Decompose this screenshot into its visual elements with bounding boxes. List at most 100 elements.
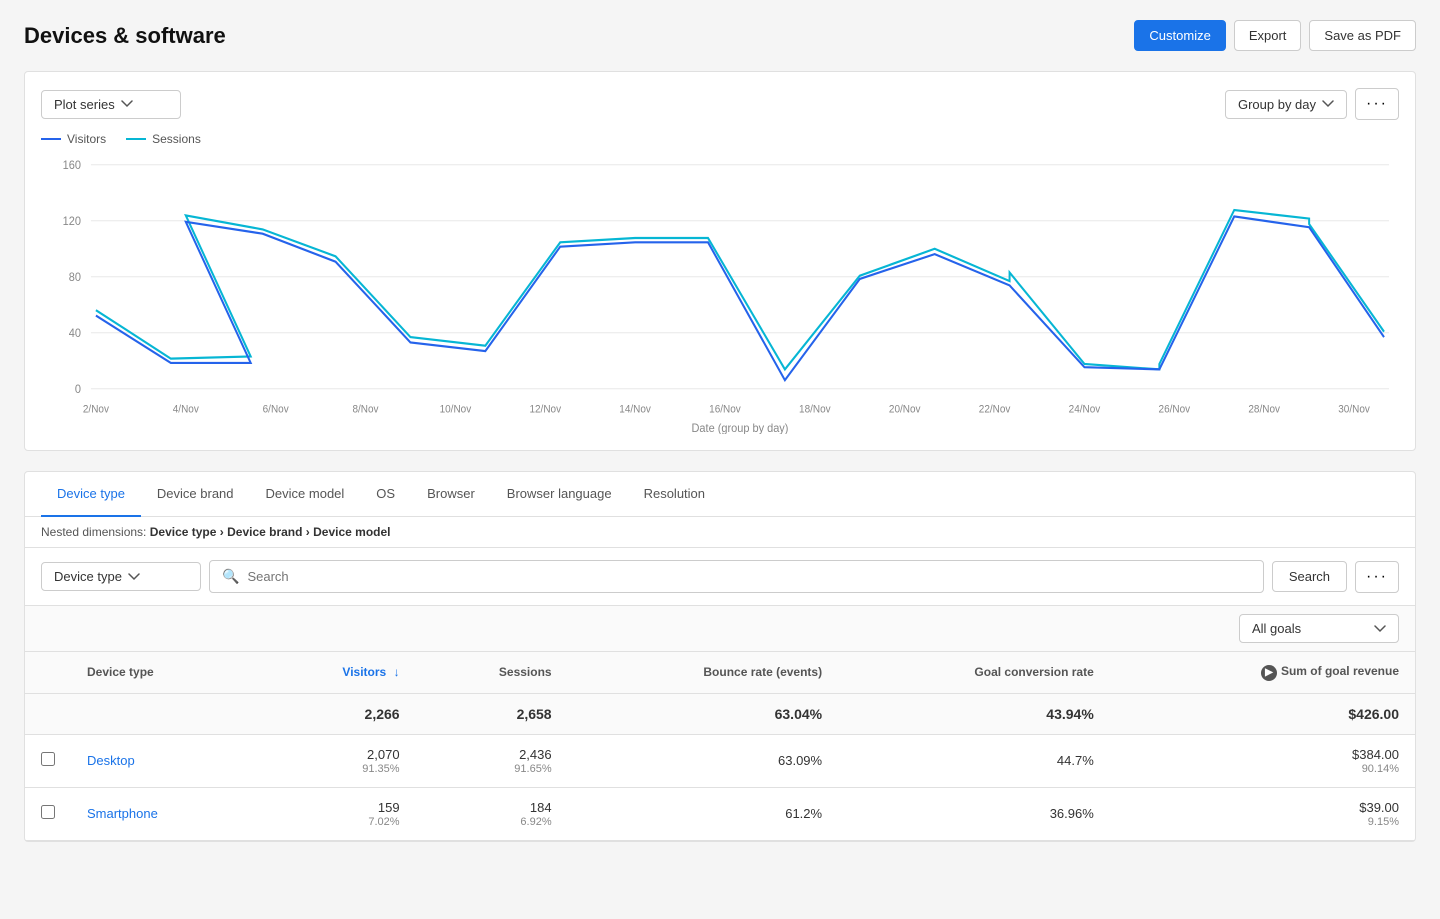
legend-visitors-label: Visitors <box>67 132 106 146</box>
tab-os[interactable]: OS <box>360 472 411 517</box>
group-by-button[interactable]: Group by day <box>1225 90 1347 119</box>
search-input[interactable] <box>247 569 1250 584</box>
total-goal-revenue: $426.00 <box>1110 693 1415 734</box>
total-visitors: 2,266 <box>256 693 416 734</box>
row-revenue-smartphone: $39.00 9.15% <box>1110 787 1415 840</box>
more-options-button[interactable]: ··· <box>1355 88 1399 120</box>
total-bounce-rate: 63.04% <box>568 693 838 734</box>
svg-text:2/Nov: 2/Nov <box>83 404 110 415</box>
goals-select[interactable]: All goals <box>1239 614 1399 643</box>
tab-device-type[interactable]: Device type <box>41 472 141 517</box>
group-by-label: Group by day <box>1238 97 1316 112</box>
svg-text:12/Nov: 12/Nov <box>529 404 561 415</box>
tab-browser-language[interactable]: Browser language <box>491 472 628 517</box>
svg-text:28/Nov: 28/Nov <box>1248 404 1280 415</box>
chevron-down-icon <box>1374 625 1386 633</box>
row-sessions-smartphone: 184 6.92% <box>416 787 568 840</box>
tab-device-brand[interactable]: Device brand <box>141 472 250 517</box>
table-controls: Device type 🔍 Search ··· <box>25 548 1415 606</box>
data-table: Device type Visitors ↓ Sessions Bounce r… <box>25 652 1415 841</box>
svg-text:14/Nov: 14/Nov <box>619 404 651 415</box>
svg-text:160: 160 <box>63 160 81 172</box>
checkbox-desktop[interactable] <box>41 752 55 766</box>
data-table-wrapper: Device type Visitors ↓ Sessions Bounce r… <box>25 652 1415 841</box>
chevron-down-icon <box>1322 100 1334 108</box>
svg-text:80: 80 <box>69 272 81 284</box>
th-visitors[interactable]: Visitors ↓ <box>256 652 416 693</box>
row-sessions-desktop: 2,436 91.65% <box>416 734 568 787</box>
checkbox-smartphone[interactable] <box>41 805 55 819</box>
svg-text:6/Nov: 6/Nov <box>263 404 290 415</box>
tab-browser[interactable]: Browser <box>411 472 491 517</box>
table-row: Desktop 2,070 91.35% 2,436 91.65% 63.09%… <box>25 734 1415 787</box>
total-checkbox-cell <box>25 693 71 734</box>
tabs-section: Device type Device brand Device model OS… <box>24 471 1416 842</box>
row-goal-conv-desktop: 44.7% <box>838 734 1110 787</box>
customize-button[interactable]: Customize <box>1134 20 1225 51</box>
svg-text:0: 0 <box>75 384 81 396</box>
svg-text:10/Nov: 10/Nov <box>440 404 472 415</box>
svg-text:40: 40 <box>69 328 81 340</box>
row-visitors-smartphone: 159 7.02% <box>256 787 416 840</box>
chart-svg: 160 120 80 40 0 2/Nov 4/Nov 6/Nov 8/Nov … <box>41 154 1399 434</box>
table-more-options-button[interactable]: ··· <box>1355 561 1399 593</box>
dimension-type-select[interactable]: Device type <box>41 562 201 591</box>
row-goal-conv-smartphone: 36.96% <box>838 787 1110 840</box>
chevron-down-icon <box>128 573 140 581</box>
chart-right-controls: Group by day ··· <box>1225 88 1399 120</box>
header-actions: Customize Export Save as PDF <box>1134 20 1416 51</box>
row-device-type-desktop: Desktop <box>71 734 256 787</box>
th-sessions: Sessions <box>416 652 568 693</box>
info-icon: ▶ <box>1261 665 1277 681</box>
total-sessions: 2,658 <box>416 693 568 734</box>
th-bounce-rate: Bounce rate (events) <box>568 652 838 693</box>
row-checkbox-smartphone[interactable] <box>25 787 71 840</box>
desktop-link[interactable]: Desktop <box>87 753 135 768</box>
svg-text:22/Nov: 22/Nov <box>979 404 1011 415</box>
tab-resolution[interactable]: Resolution <box>628 472 721 517</box>
nested-dimensions-prefix: Nested dimensions: <box>41 525 146 539</box>
total-label-cell <box>71 693 256 734</box>
legend-visitors: Visitors <box>41 132 106 146</box>
sessions-line-indicator <box>126 138 146 140</box>
goals-select-label: All goals <box>1252 621 1301 636</box>
tab-device-model[interactable]: Device model <box>250 472 361 517</box>
svg-text:30/Nov: 30/Nov <box>1338 404 1370 415</box>
svg-text:18/Nov: 18/Nov <box>799 404 831 415</box>
th-goal-conversion: Goal conversion rate <box>838 652 1110 693</box>
chart-section: Plot series Group by day ··· Visitors Se… <box>24 71 1416 451</box>
smartphone-link[interactable]: Smartphone <box>87 806 158 821</box>
th-checkbox <box>25 652 71 693</box>
page-title: Devices & software <box>24 23 226 49</box>
svg-text:8/Nov: 8/Nov <box>352 404 379 415</box>
sessions-chart-line <box>96 210 1384 369</box>
nested-dimensions-path: Device type › Device brand › Device mode… <box>150 525 391 539</box>
total-goal-conversion: 43.94% <box>838 693 1110 734</box>
chart-legend: Visitors Sessions <box>41 132 1399 146</box>
svg-text:24/Nov: 24/Nov <box>1069 404 1101 415</box>
row-bounce-desktop: 63.09% <box>568 734 838 787</box>
svg-text:Date (group by day): Date (group by day) <box>692 423 789 434</box>
save-pdf-button[interactable]: Save as PDF <box>1309 20 1416 51</box>
dimension-tabs: Device type Device brand Device model OS… <box>25 472 1415 517</box>
th-device-type: Device type <box>71 652 256 693</box>
plot-series-select[interactable]: Plot series <box>41 90 181 119</box>
chart-area: 160 120 80 40 0 2/Nov 4/Nov 6/Nov 8/Nov … <box>41 154 1399 434</box>
chevron-down-icon <box>121 100 133 108</box>
svg-text:4/Nov: 4/Nov <box>173 404 200 415</box>
svg-text:16/Nov: 16/Nov <box>709 404 741 415</box>
search-button[interactable]: Search <box>1272 561 1347 592</box>
search-icon: 🔍 <box>222 568 239 585</box>
th-visitors-label: Visitors <box>342 665 386 679</box>
table-total-row: 2,266 2,658 63.04% 43.94% $426.00 <box>25 693 1415 734</box>
export-button[interactable]: Export <box>1234 20 1302 51</box>
row-checkbox-desktop[interactable] <box>25 734 71 787</box>
search-container: 🔍 <box>209 560 1264 593</box>
svg-text:26/Nov: 26/Nov <box>1159 404 1191 415</box>
plot-series-label: Plot series <box>54 97 115 112</box>
table-header-row: Device type Visitors ↓ Sessions Bounce r… <box>25 652 1415 693</box>
dimension-select-label: Device type <box>54 569 122 584</box>
sort-down-icon: ↓ <box>394 665 400 679</box>
th-goal-revenue: ▶Sum of goal revenue <box>1110 652 1415 693</box>
visitors-line-indicator <box>41 138 61 140</box>
